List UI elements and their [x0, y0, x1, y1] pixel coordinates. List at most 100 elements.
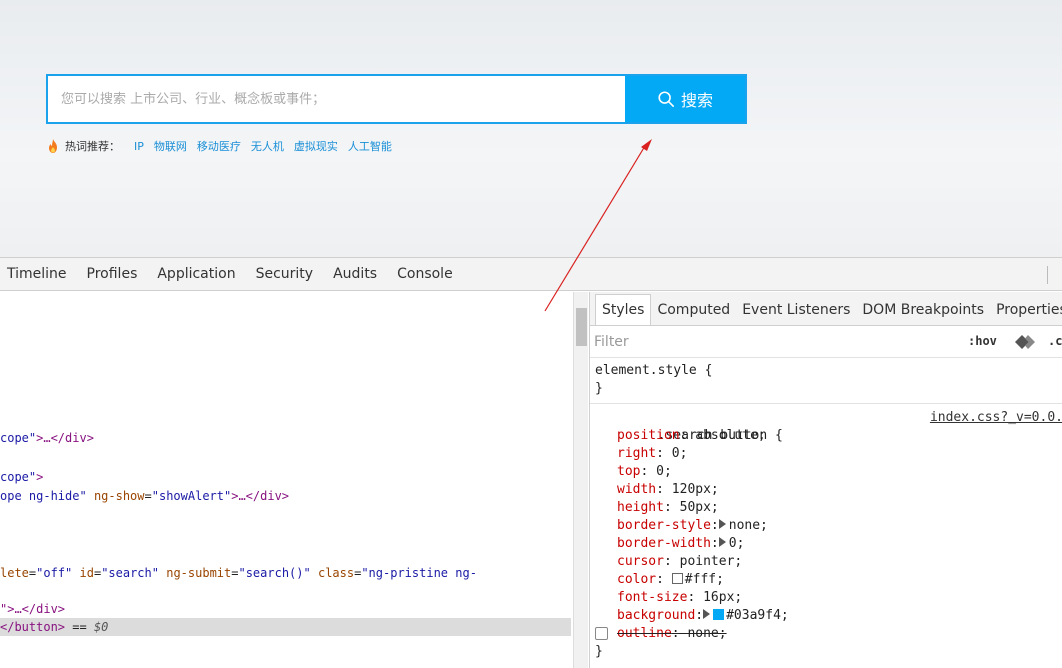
tab-computed[interactable]: Computed [651, 295, 736, 325]
css-property-name: width [617, 482, 657, 497]
css-declaration[interactable]: background: #03a9f4; [590, 607, 1062, 625]
elements-tree[interactable]: cope">…</div> cope"> ope ng-hide" ng-sho… [0, 292, 573, 668]
css-declaration[interactable]: border-width: 0; [590, 535, 1062, 553]
dom-node-line[interactable]: cope"> [0, 468, 571, 486]
rule-source-link[interactable]: index.css?_v=0.0. [930, 409, 1062, 427]
attr-value: "off" [36, 566, 73, 580]
scrollbar-thumb[interactable] [576, 308, 587, 346]
hot-word-link[interactable]: 物联网 [154, 138, 187, 154]
element-style-rule: element.style { } [590, 362, 1062, 398]
attr-name: ng-show [93, 489, 145, 503]
tab-application[interactable]: Application [147, 266, 245, 282]
attr-value: cope" [0, 470, 37, 484]
page-content-area: 搜索 热词推荐： IP 物联网 移动医疗 无人机 虚拟现实 人工智能 [0, 0, 1062, 257]
hot-words-bar: 热词推荐： IP 物联网 移动医疗 无人机 虚拟现实 人工智能 [46, 137, 402, 155]
dom-node-line[interactable]: ">…</div> [0, 600, 571, 618]
tab-dom-breakpoints[interactable]: DOM Breakpoints [856, 295, 990, 325]
hot-word-link[interactable]: 移动医疗 [197, 138, 241, 154]
hot-word-link[interactable]: 虚拟现实 [294, 138, 338, 154]
elements-scrollbar[interactable] [573, 292, 588, 668]
hot-word-link[interactable]: IP [134, 140, 144, 153]
tag-text: >…</div> [231, 489, 290, 503]
css-property-value: 0; [656, 464, 672, 479]
devtools-panel: Timeline Profiles Application Security A… [0, 257, 1062, 668]
tab-security[interactable]: Security [246, 266, 324, 282]
attr-value: "showAlert" [151, 489, 232, 503]
styles-pane: Styles Computed Event Listeners DOM Brea… [589, 292, 1062, 668]
css-declaration[interactable]: top: 0; [590, 463, 1062, 481]
css-property-name: cursor [617, 554, 664, 569]
tag-text: </button> [0, 620, 66, 634]
attr-value: ope ng-hide" [0, 489, 87, 503]
flame-icon [49, 139, 57, 153]
tab-bar-separator [1047, 266, 1048, 284]
css-property-name: border-style [617, 518, 711, 533]
css-property-name: position [617, 428, 680, 443]
css-property-name: top [617, 464, 641, 479]
expand-triangle-icon[interactable] [703, 609, 711, 619]
css-property-name: border-width [617, 536, 711, 551]
css-property-value: 0; [671, 446, 688, 461]
declaration-checkbox[interactable] [595, 627, 608, 640]
rule-close-brace: } [595, 381, 603, 396]
tab-event-listeners[interactable]: Event Listeners [736, 295, 856, 325]
css-property-name: right [617, 446, 657, 461]
color-swatch-icon[interactable] [713, 609, 725, 620]
color-swatch-icon[interactable] [671, 573, 683, 584]
styles-tab-bar: Styles Computed Event Listeners DOM Brea… [590, 292, 1062, 326]
css-declaration-disabled[interactable]: outline: none; [590, 625, 1062, 643]
css-property-value: 0; [728, 536, 745, 551]
attr-name: lete [0, 566, 29, 580]
attr-value: cope" [0, 431, 37, 445]
rule-selector[interactable]: element.style { [590, 362, 1062, 380]
tag-text: ">…</div> [0, 602, 66, 616]
search-button-rule: .search button { index.css?_v=0.0. posit… [590, 409, 1062, 661]
dom-node-line[interactable]: cope">…</div> [0, 429, 571, 447]
css-property-name: background [617, 608, 696, 623]
css-declaration[interactable]: right: 0; [590, 445, 1062, 463]
tab-audits[interactable]: Audits [323, 266, 387, 282]
tab-timeline[interactable]: Timeline [0, 266, 77, 282]
attr-name: id [79, 566, 94, 580]
css-declaration[interactable]: color: #fff; [590, 571, 1062, 589]
hot-words-label: 热词推荐： [65, 140, 120, 153]
css-property-name: color [617, 572, 657, 587]
css-declaration[interactable]: border-style: none; [590, 517, 1062, 535]
css-property-name: height [617, 500, 664, 515]
tab-console[interactable]: Console [387, 266, 463, 282]
search-icon [658, 91, 674, 108]
css-property-name: outline [617, 626, 672, 641]
hot-word-link[interactable]: 人工智能 [348, 138, 392, 154]
attr-value: "search()" [238, 566, 311, 580]
class-toggle[interactable]: .c [1048, 334, 1062, 348]
rule-divider [590, 403, 1062, 404]
expand-triangle-icon[interactable] [718, 537, 726, 547]
dom-node-line[interactable]: ope ng-hide" ng-show="showAlert">…</div> [0, 487, 571, 505]
tab-styles[interactable]: Styles [595, 294, 652, 325]
css-property-value: 50px; [679, 500, 719, 515]
attr-name: ng-submit [166, 566, 232, 580]
css-declaration[interactable]: height: 50px; [590, 499, 1062, 517]
search-input[interactable] [48, 76, 627, 122]
tab-properties[interactable]: Properties [990, 295, 1062, 325]
hot-word-link[interactable]: 无人机 [251, 138, 284, 154]
expand-triangle-icon[interactable] [718, 519, 726, 529]
rule-header: .search button { index.css?_v=0.0. [590, 409, 1062, 443]
css-declaration[interactable]: cursor: pointer; [590, 553, 1062, 571]
dom-node-line[interactable]: lete="off" id="search" ng-submit="search… [0, 564, 571, 582]
tag-text: > [36, 470, 44, 484]
attr-name: class [317, 566, 355, 580]
css-declaration[interactable]: position: absolute; [590, 427, 1062, 445]
css-property-value: absolute; [695, 428, 766, 443]
css-property-value: 16px; [703, 590, 743, 605]
dom-node-line-selected[interactable]: </button> == $0 [0, 618, 571, 636]
css-declaration[interactable]: font-size: 16px; [590, 589, 1062, 607]
diamond-icon[interactable] [1015, 335, 1035, 349]
tab-profiles[interactable]: Profiles [77, 266, 148, 282]
css-property-value: 120px; [671, 482, 719, 497]
hover-state-toggle[interactable]: :hov [968, 334, 997, 348]
search-button[interactable]: 搜索 [625, 76, 745, 122]
css-declaration[interactable]: width: 120px; [590, 481, 1062, 499]
styles-filter-bar: :hov .c [590, 326, 1062, 358]
styles-filter-input[interactable] [594, 332, 894, 352]
